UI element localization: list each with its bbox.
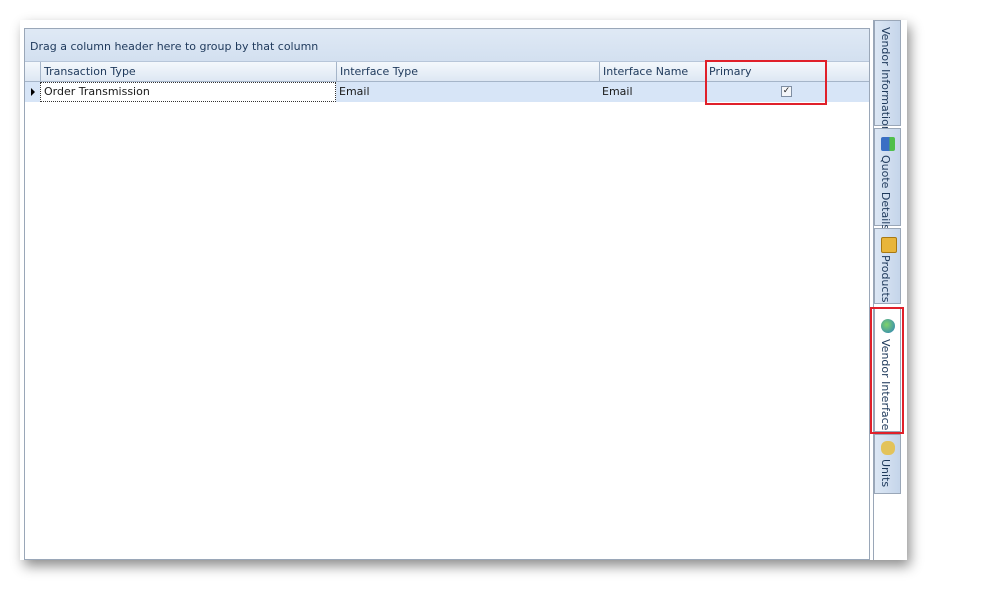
group-by-hint: Drag a column header here to group by th… — [30, 40, 319, 53]
tab-vendor-information[interactable]: Vendor Information — [874, 20, 901, 133]
tab-label: Products — [879, 255, 892, 303]
vendor-interface-tab-highlight — [870, 307, 904, 434]
tab-quote-details[interactable]: Quote Details — [874, 128, 901, 230]
primary-column-highlight — [705, 60, 827, 105]
tab-label: Quote Details — [879, 155, 892, 231]
tab-units[interactable]: Units — [874, 434, 901, 494]
cell-interface-name[interactable]: Email — [599, 82, 705, 102]
vendor-window: Drag a column header here to group by th… — [20, 20, 907, 560]
current-row-arrow-icon — [30, 88, 35, 96]
tab-label: Vendor Information — [879, 27, 892, 133]
tab-label: Units — [879, 459, 892, 488]
cell-interface-type[interactable]: Email — [336, 82, 599, 102]
row-indicator-header — [25, 62, 40, 81]
tab-products[interactable]: Products — [874, 228, 901, 304]
vendor-interface-grid: Drag a column header here to group by th… — [24, 28, 870, 560]
gift-box-icon — [881, 237, 897, 253]
row-indicator — [25, 82, 40, 102]
column-header-interface-name[interactable]: Interface Name — [599, 62, 705, 81]
cell-transaction-type[interactable]: Order Transmission — [40, 82, 336, 102]
column-header-interface-type[interactable]: Interface Type — [336, 62, 599, 81]
column-header-transaction-type[interactable]: Transaction Type — [40, 62, 336, 81]
side-tab-strip: Vendor Information Quote Details Product… — [870, 20, 907, 560]
group-by-panel[interactable]: Drag a column header here to group by th… — [25, 29, 869, 62]
document-chart-icon — [881, 137, 895, 151]
pills-icon — [881, 441, 895, 455]
